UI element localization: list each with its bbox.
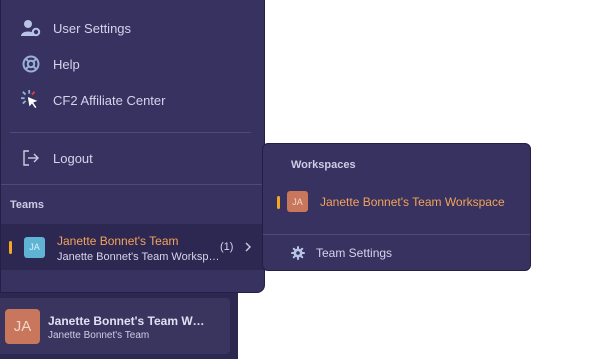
- menu-item-label: Help: [53, 56, 80, 72]
- lifebuoy-icon: [21, 54, 41, 74]
- team-settings-button[interactable]: Team Settings: [263, 242, 530, 264]
- user-gear-icon: [21, 18, 41, 38]
- current-workspace-avatar: JA: [5, 309, 40, 344]
- team-settings-label: Team Settings: [316, 246, 393, 260]
- menu-item-label: CF2 Affiliate Center: [53, 92, 166, 108]
- workspaces-popover: Workspaces JA Janette Bonnet's Team Work…: [262, 143, 531, 271]
- teams-heading: Teams: [10, 199, 45, 211]
- active-indicator: [9, 240, 12, 254]
- menu-item-label: User Settings: [53, 20, 132, 36]
- current-workspace-name: Janette Bonnet's Team Workspace: [48, 314, 208, 328]
- active-indicator: [277, 196, 280, 209]
- team-name: Janette Bonnet's Team: [57, 234, 179, 248]
- menu-item-help[interactable]: Help: [1, 48, 251, 80]
- current-team-name: Janette Bonnet's Team: [48, 330, 150, 341]
- current-team-switcher[interactable]: JA Janette Bonnet's Team Workspace Janet…: [0, 298, 230, 354]
- gear-icon: [291, 246, 305, 260]
- workspace-avatar: JA: [287, 191, 308, 212]
- menu-item-affiliate-center[interactable]: CF2 Affiliate Center: [1, 84, 251, 116]
- cursor-click-icon: [21, 90, 41, 110]
- popover-divider: [263, 234, 530, 235]
- team-workspace-name: Janette Bonnet's Team Workspace: [57, 251, 220, 263]
- menu-item-user-settings[interactable]: User Settings: [1, 12, 251, 44]
- workspace-item[interactable]: JA Janette Bonnet's Team Workspace: [263, 189, 530, 213]
- logout-icon: [21, 148, 41, 168]
- menu-divider: [10, 132, 251, 133]
- workspaces-heading: Workspaces: [291, 159, 356, 171]
- account-menu: User Settings Help CF2 Affiliate Center …: [0, 0, 265, 293]
- workspace-name: Janette Bonnet's Team Workspace: [320, 195, 505, 209]
- team-item[interactable]: JA Janette Bonnet's Team Janette Bonnet'…: [1, 224, 265, 270]
- menu-item-label: Logout: [53, 150, 93, 166]
- chevron-right-icon: [244, 240, 254, 252]
- team-workspace-count: (1): [220, 241, 234, 253]
- team-avatar: JA: [24, 236, 45, 258]
- menu-item-logout[interactable]: Logout: [1, 142, 251, 174]
- menu-divider: [1, 184, 265, 185]
